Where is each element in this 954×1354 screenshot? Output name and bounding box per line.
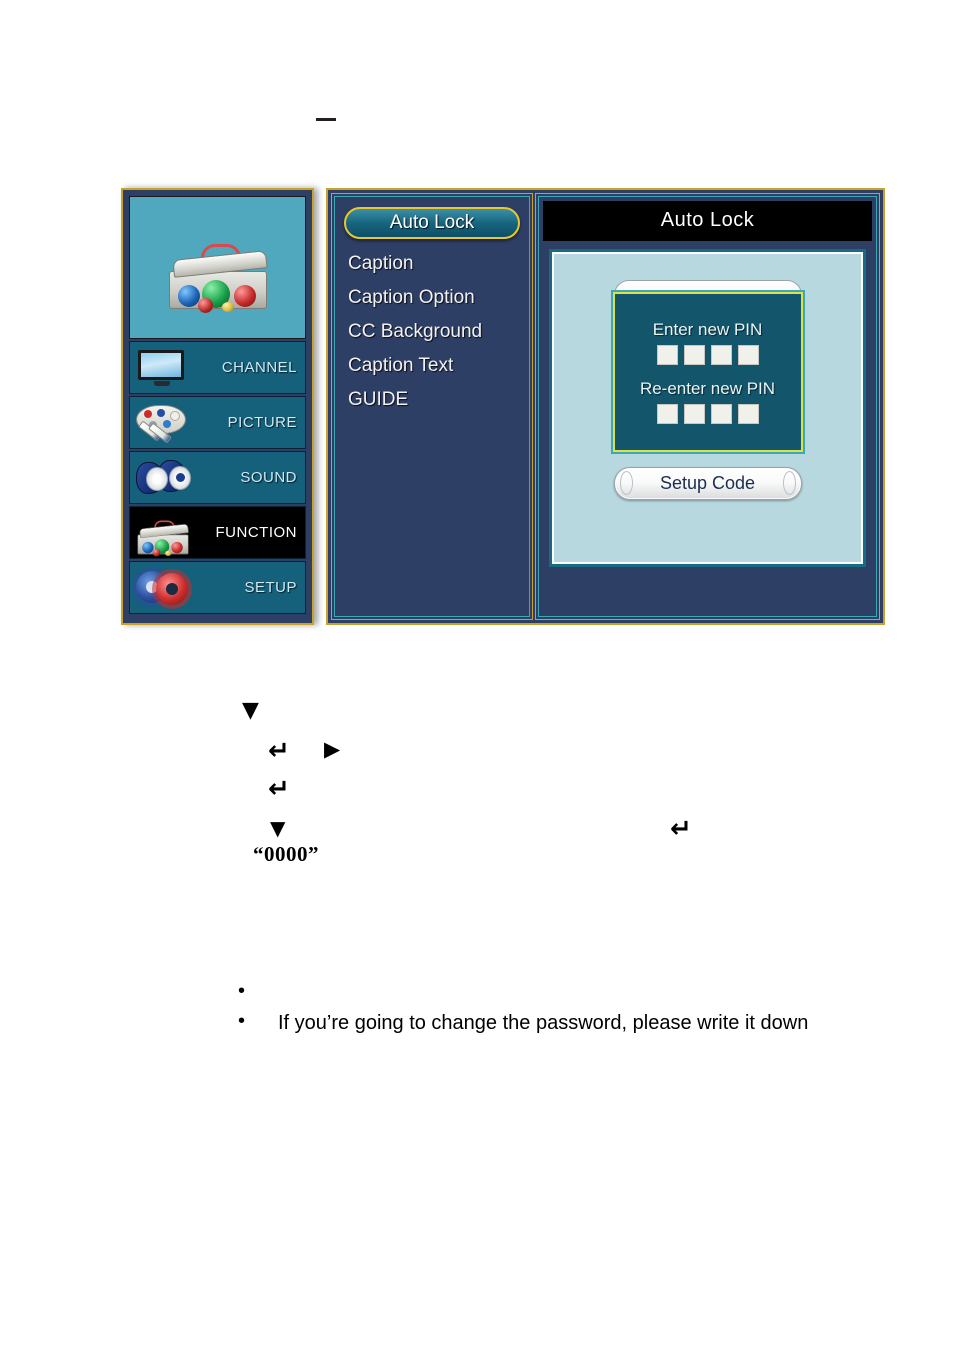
sidebar-item-setup[interactable]: SETUP [129,561,306,614]
osd-content-panel: Auto Lock Caption Caption Option CC Back… [326,188,885,625]
sidebar-item-sound[interactable]: SOUND [129,451,306,504]
enter-return-icon: ↵ [670,814,692,844]
sidebar-item-function[interactable]: FUNCTION [129,506,306,559]
speaker-icon [130,452,196,503]
osd-screenshot: CHANNEL PICTURE SOUND FUNCTION SETUP Aut… [121,188,885,625]
pin-digit-box[interactable] [710,345,732,365]
pin-digit-box[interactable] [656,404,678,424]
list-item: • [238,978,928,1008]
sidebar-item-label: CHANNEL [221,359,297,376]
down-arrow-icon: ▼ [270,816,286,840]
enter-new-pin-input[interactable] [656,345,759,365]
bullet-icon: • [238,1010,246,1032]
sidebar-item-label: SOUND [240,469,297,486]
osd-menu-list: Auto Lock Caption Caption Option CC Back… [331,193,533,620]
enter-new-pin-label: Enter new PIN [652,320,763,339]
down-arrow-icon: ▼ [242,698,259,723]
reenter-new-pin-input[interactable] [656,404,759,424]
sidebar-item-channel[interactable]: CHANNEL [129,341,306,394]
default-pin-text: “0000” [253,842,319,866]
pin-digit-box[interactable] [737,345,759,365]
right-arrow-icon: ▶ [324,737,341,761]
osd-sidebar-panel: CHANNEL PICTURE SOUND FUNCTION SETUP [121,188,314,625]
sidebar-hero-preview [129,196,306,339]
reenter-new-pin-label: Re-enter new PIN [639,379,776,398]
menu-item-caption[interactable]: Caption [344,253,520,275]
menu-item-cc-background[interactable]: CC Background [344,321,520,343]
sidebar-item-label: FUNCTION [215,524,297,541]
gears-icon [130,562,196,613]
bullet-text: If you’re going to change the password, … [278,1012,809,1034]
sidebar-item-picture[interactable]: PICTURE [129,396,306,449]
toolbox-icon [130,507,196,558]
detail-panel-body: Enter new PIN Re-enter new PIN Setup Cod… [549,249,866,567]
detail-panel-title: Auto Lock [543,201,872,241]
pin-entry-dialog: Enter new PIN Re-enter new PIN [612,292,803,452]
note-bullet-list: • • If you’re going to change the passwo… [238,978,928,1038]
osd-detail-panel: Auto Lock Enter new PIN Re-enter new PIN [535,193,880,620]
palette-icon [130,397,196,448]
enter-return-icon: ↵ [268,736,290,766]
setup-code-button[interactable]: Setup Code [613,467,802,500]
pin-digit-box[interactable] [710,404,732,424]
toolbox-icon [168,243,268,313]
sidebar-item-label: PICTURE [227,414,297,431]
pin-digit-box[interactable] [656,345,678,365]
enter-return-icon: ↵ [268,774,290,804]
pin-digit-box[interactable] [737,404,759,424]
menu-item-guide[interactable]: GUIDE [344,389,520,411]
list-item: • If you’re going to change the password… [238,1008,928,1038]
menu-item-auto-lock[interactable]: Auto Lock [344,207,520,239]
pin-digit-box[interactable] [683,345,705,365]
tv-icon [130,342,196,393]
menu-item-caption-option[interactable]: Caption Option [344,287,520,309]
dash-mark [316,118,336,121]
pin-digit-box[interactable] [683,404,705,424]
sidebar-item-list: CHANNEL PICTURE SOUND FUNCTION SETUP [129,341,306,614]
menu-item-caption-text[interactable]: Caption Text [344,355,520,377]
bullet-icon: • [238,980,246,1002]
bullet-text [260,978,278,998]
sidebar-item-label: SETUP [244,579,297,596]
